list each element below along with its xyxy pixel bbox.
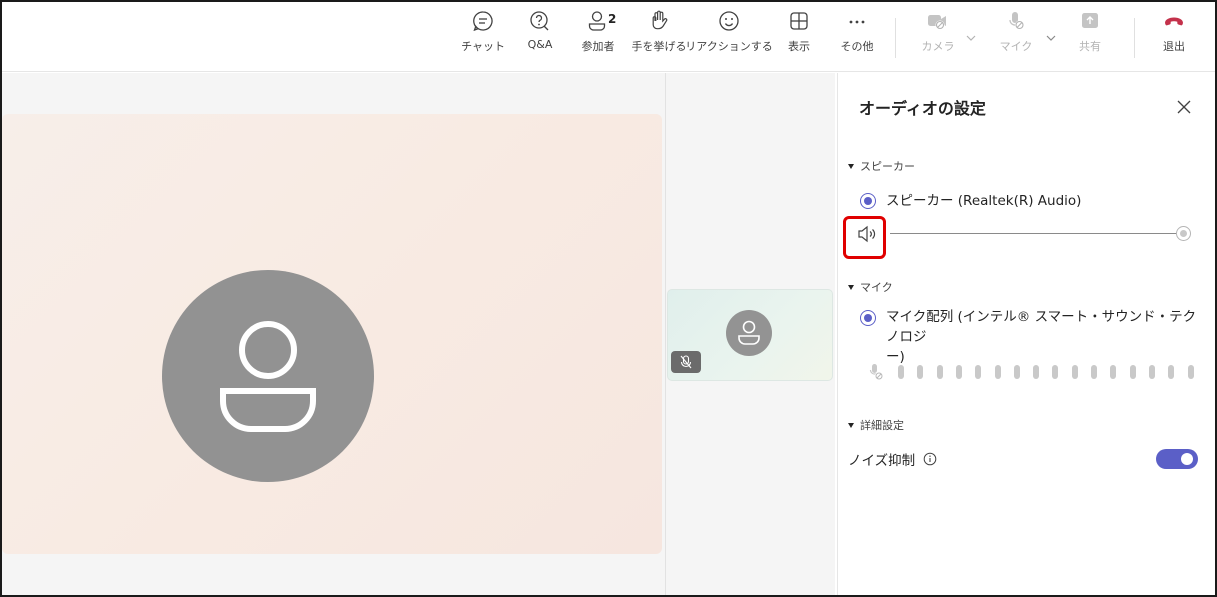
- speaker-device-label: スピーカー (Realtek(R) Audio): [886, 193, 1082, 209]
- share-button[interactable]: 共有: [1072, 10, 1108, 66]
- camera-label: カメラ: [921, 40, 955, 53]
- reaction-label: リアクションする: [685, 40, 773, 53]
- speaker-device-radio[interactable]: [860, 193, 876, 209]
- mic-level-bar: [1129, 365, 1136, 379]
- mic-level-bar: [917, 365, 924, 379]
- info-icon[interactable]: [923, 452, 937, 466]
- mic-level-bar: [1071, 365, 1078, 379]
- mic-level-bar: [994, 365, 1001, 379]
- meeting-stage: [2, 73, 835, 595]
- camera-off-icon: [928, 15, 946, 30]
- self-video-tile[interactable]: [667, 289, 833, 381]
- caret-down-icon: [848, 422, 854, 428]
- camera-button[interactable]: カメラ: [916, 10, 960, 66]
- caret-down-icon: [848, 163, 854, 169]
- qa-button[interactable]: Q&A: [522, 10, 558, 66]
- person-icon: [738, 320, 760, 345]
- share-label: 共有: [1079, 40, 1101, 53]
- leave-label: 退出: [1163, 40, 1185, 53]
- mic-button[interactable]: マイク: [996, 10, 1036, 66]
- noise-suppression-row: ノイズ抑制: [848, 449, 937, 469]
- meeting-toolbar: チャット Q&A 2 参加者 手を挙げる リアクションする 表示 その他 カメラ…: [2, 2, 1215, 72]
- mic-device-label-line-1: マイク配列 (インテル® スマート・サウンド・テクノロジ: [886, 309, 1197, 345]
- speaker-section-label: スピーカー: [860, 160, 915, 173]
- mic-device-label: マイク配列 (インテル® スマート・サウンド・テクノロジ ー): [886, 307, 1206, 367]
- mic-level-bar: [1013, 365, 1020, 379]
- qa-label: Q&A: [527, 38, 553, 51]
- raise-hand-button[interactable]: 手を挙げる: [631, 10, 687, 66]
- mic-level-bar: [955, 365, 962, 379]
- noise-suppression-label: ノイズ抑制: [848, 453, 916, 469]
- more-icon: [849, 20, 865, 24]
- reaction-button[interactable]: リアクションする: [685, 10, 773, 66]
- reaction-icon: [719, 11, 739, 31]
- leave-icon: [1165, 17, 1183, 26]
- mic-level-bar: [936, 365, 943, 379]
- self-avatar: [726, 310, 772, 356]
- meeting-window: チャット Q&A 2 参加者 手を挙げる リアクションする 表示 その他 カメラ…: [0, 0, 1217, 597]
- mic-off-icon: [1009, 12, 1024, 30]
- qa-icon: [530, 11, 549, 31]
- raise-hand-icon: [652, 10, 668, 30]
- stage-divider: [665, 73, 666, 595]
- chat-label: チャット: [461, 40, 505, 53]
- mic-section-header[interactable]: マイク: [848, 279, 893, 295]
- mic-options-chevron-icon[interactable]: [1045, 34, 1057, 42]
- leave-button[interactable]: 退出: [1156, 10, 1192, 66]
- mic-level-bar: [1110, 365, 1117, 379]
- mic-label: マイク: [999, 40, 1033, 53]
- participants-icon: [588, 11, 606, 31]
- share-icon: [1082, 13, 1098, 28]
- speaker-volume-icon[interactable]: [856, 223, 878, 245]
- mic-level-bar: [1033, 365, 1040, 379]
- participants-label: 参加者: [581, 40, 615, 53]
- view-button[interactable]: 表示: [782, 10, 816, 66]
- mic-level-bar: [1187, 365, 1194, 379]
- mic-level-bar: [898, 365, 904, 379]
- mic-off-icon: [680, 355, 692, 369]
- toolbar-separator: [895, 18, 896, 58]
- advanced-section-header[interactable]: 詳細設定: [848, 417, 904, 433]
- chat-icon: [473, 11, 493, 32]
- speaker-volume-slider[interactable]: [890, 233, 1184, 234]
- camera-options-chevron-icon[interactable]: [965, 34, 977, 42]
- mic-level-meter: [868, 362, 1208, 382]
- toolbar-separator-2: [1134, 18, 1135, 58]
- person-icon: [220, 321, 316, 432]
- advanced-section-label: 詳細設定: [860, 419, 904, 432]
- more-label: その他: [840, 40, 874, 53]
- mic-level-bar: [975, 365, 982, 379]
- participants-count: 2: [608, 12, 617, 26]
- view-label: 表示: [788, 40, 810, 53]
- mic-level-bar: [1168, 365, 1175, 379]
- panel-title: オーディオの設定: [859, 99, 986, 118]
- self-muted-badge: [671, 351, 701, 373]
- close-icon[interactable]: [1172, 95, 1196, 119]
- more-button[interactable]: その他: [837, 10, 877, 66]
- noise-suppression-toggle[interactable]: [1156, 449, 1198, 469]
- view-icon: [790, 12, 808, 30]
- mic-level-bar: [1052, 365, 1059, 379]
- mic-device-radio[interactable]: [860, 310, 876, 326]
- speaker-volume-thumb[interactable]: [1176, 226, 1191, 241]
- participant-avatar: [162, 270, 374, 482]
- participant-video-tile[interactable]: [2, 114, 662, 554]
- participants-button[interactable]: 2 参加者: [578, 10, 618, 66]
- mic-level-bar: [1148, 365, 1155, 379]
- speaker-section-header[interactable]: スピーカー: [848, 158, 915, 174]
- audio-settings-panel: オーディオの設定 スピーカー スピーカー (Realtek(R) Audio) …: [837, 73, 1215, 595]
- chat-button[interactable]: チャット: [461, 10, 505, 66]
- mic-level-bar: [1091, 365, 1097, 379]
- mic-section-label: マイク: [860, 281, 893, 294]
- raise-hand-label: 手を挙げる: [631, 40, 687, 53]
- caret-down-icon: [848, 284, 854, 290]
- mic-off-icon: [869, 364, 883, 380]
